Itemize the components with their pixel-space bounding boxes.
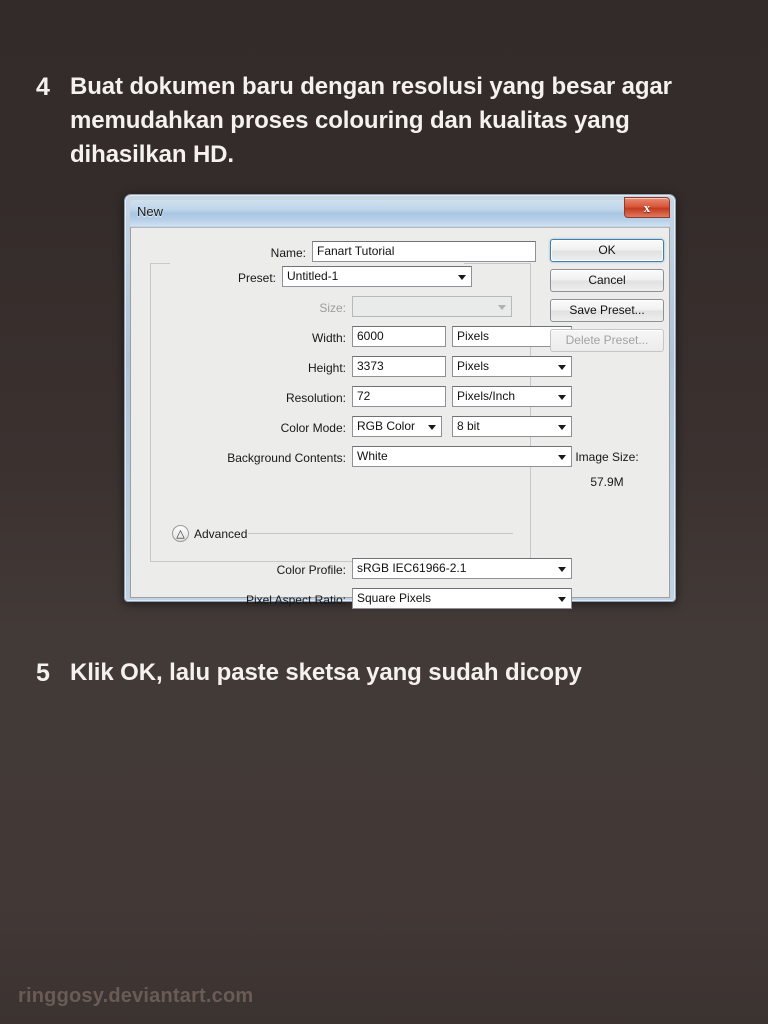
chevron-down-icon: [458, 275, 466, 280]
preset-dropdown[interactable]: Untitled-1: [282, 266, 472, 287]
close-icon: x: [643, 200, 651, 215]
close-button[interactable]: x: [624, 197, 670, 218]
preset-label: Preset:: [237, 271, 276, 285]
height-unit-dropdown[interactable]: Pixels: [452, 356, 572, 377]
delete-preset-button: Delete Preset...: [550, 329, 664, 352]
chevron-down-icon: [558, 567, 566, 572]
image-size-value: 57.9M: [590, 475, 624, 489]
preset-group-frame-top-right: [464, 263, 531, 264]
resolution-input[interactable]: 72: [352, 386, 446, 407]
save-preset-button[interactable]: Save Preset...: [550, 299, 664, 322]
ok-button[interactable]: OK: [550, 239, 664, 262]
color-mode-value: RGB Color: [357, 419, 416, 433]
resolution-unit-value: Pixels/Inch: [457, 389, 516, 403]
chevron-down-icon: [498, 305, 506, 310]
chevron-down-icon: [558, 395, 566, 400]
advanced-label: Advanced: [194, 527, 248, 541]
dialog-title: New: [137, 204, 164, 219]
preset-group-frame-top-left: [150, 263, 170, 264]
instruction-step-5: 5 Klik OK, lalu paste sketsa yang sudah …: [24, 656, 754, 690]
chevron-down-icon: [558, 425, 566, 430]
background-contents-dropdown[interactable]: White: [352, 446, 572, 467]
pixel-aspect-ratio-label: Pixel Aspect Ratio:: [245, 593, 346, 607]
pixel-aspect-ratio-value: Square Pixels: [357, 591, 432, 605]
color-profile-value: sRGB IEC61966-2.1: [357, 561, 467, 575]
color-depth-dropdown[interactable]: 8 bit: [452, 416, 572, 437]
width-input[interactable]: 6000: [352, 326, 446, 347]
chevron-double-up-icon: △: [176, 527, 185, 540]
instruction-step-4: 4 Buat dokumen baru dengan resolusi yang…: [24, 70, 754, 172]
color-profile-label: Color Profile:: [276, 563, 346, 577]
step-5-text: Klik OK, lalu paste sketsa yang sudah di…: [70, 659, 582, 686]
cancel-button[interactable]: Cancel: [550, 269, 664, 292]
width-label: Width:: [311, 331, 346, 345]
dialog-body: Name: Fanart Tutorial Preset: Untitled-1…: [130, 227, 670, 609]
color-mode-dropdown[interactable]: RGB Color: [352, 416, 442, 437]
resolution-label: Resolution:: [285, 391, 346, 405]
color-depth-value: 8 bit: [457, 419, 480, 433]
chevron-down-icon: [428, 425, 436, 430]
advanced-toggle-button[interactable]: △: [172, 525, 189, 542]
pixel-aspect-ratio-dropdown[interactable]: Square Pixels: [352, 588, 572, 609]
background-contents-value: White: [357, 449, 388, 463]
color-profile-dropdown[interactable]: sRGB IEC61966-2.1: [352, 558, 572, 579]
chevron-down-icon: [558, 597, 566, 602]
name-input[interactable]: Fanart Tutorial: [312, 241, 536, 262]
step-5-number: 5: [36, 659, 50, 687]
step-4-text: Buat dokumen baru dengan resolusi yang b…: [70, 73, 672, 168]
chevron-down-icon: [558, 365, 566, 370]
watermark: ringgosy.deviantart.com: [18, 985, 254, 1007]
size-dropdown: [352, 296, 512, 317]
name-label: Name:: [270, 246, 306, 260]
dialog-titlebar: New x: [130, 197, 670, 226]
height-unit-value: Pixels: [457, 359, 490, 373]
background-contents-label: Background Contents:: [227, 451, 346, 465]
size-label: Size:: [319, 301, 346, 315]
new-document-dialog: New x Name: Fanart Tutorial Preset: Unti…: [124, 194, 676, 609]
height-label: Height:: [307, 361, 346, 375]
advanced-separator: [248, 533, 513, 534]
resolution-unit-dropdown[interactable]: Pixels/Inch: [452, 386, 572, 407]
color-mode-label: Color Mode:: [280, 421, 346, 435]
image-size-label: Image Size:: [575, 450, 639, 464]
height-input[interactable]: 3373: [352, 356, 446, 377]
preset-value: Untitled-1: [287, 269, 339, 283]
width-unit-value: Pixels: [457, 329, 490, 343]
step-4-number: 4: [36, 73, 50, 101]
